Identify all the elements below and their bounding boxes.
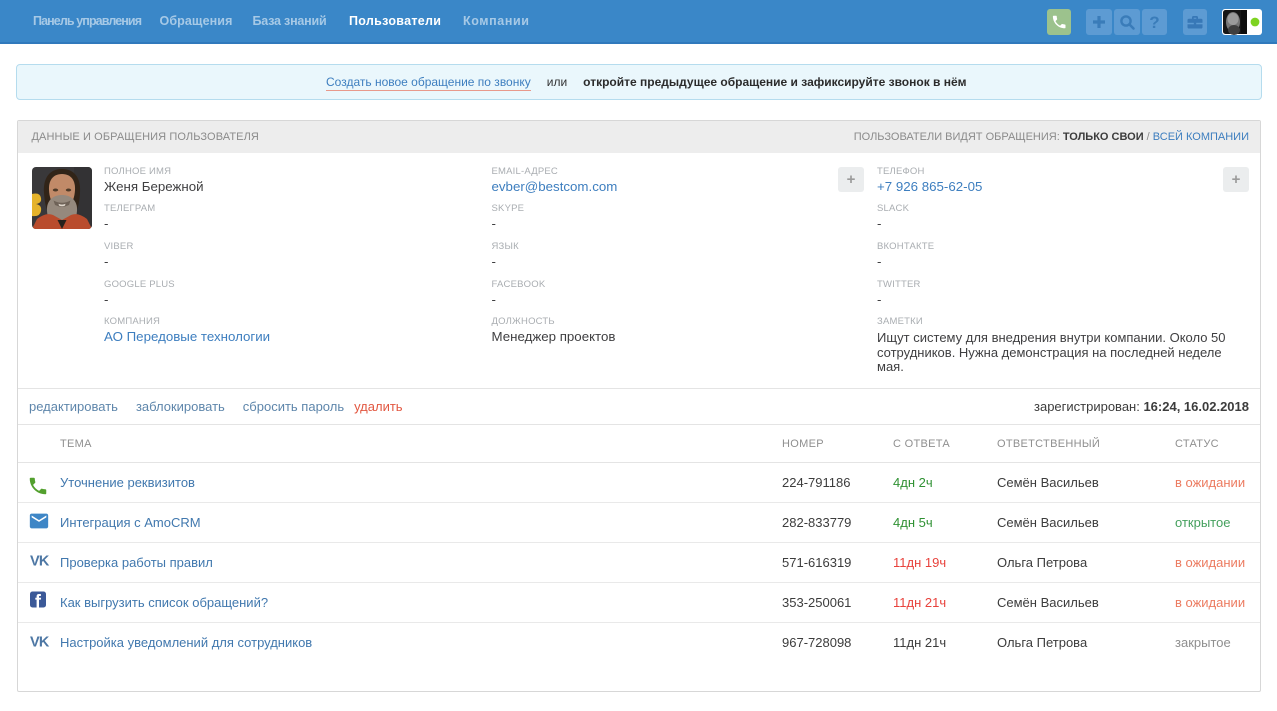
svg-text:VK: VK [30, 635, 50, 649]
svg-text:?: ? [1149, 13, 1159, 32]
svg-text:VK: VK [30, 554, 50, 568]
